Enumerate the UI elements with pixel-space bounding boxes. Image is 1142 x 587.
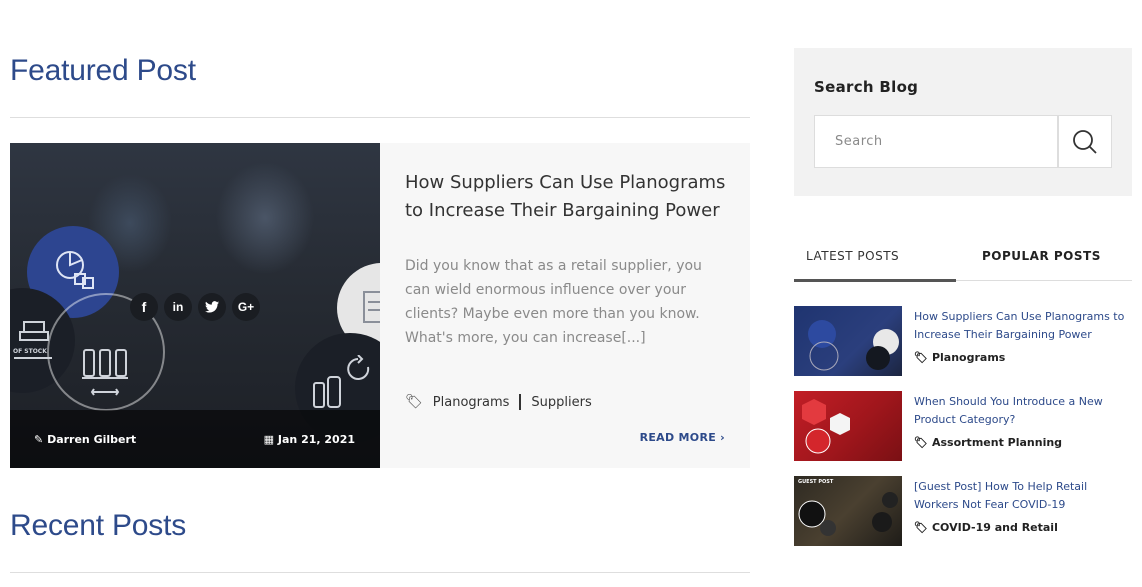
image-badge: OF STOCK [13,348,47,355]
list-item[interactable]: GUEST POST [Guest Post] How To Help Reta… [794,476,1132,546]
twitter-icon [205,301,219,313]
recent-section-title: Recent Posts [10,509,187,542]
featured-post-image[interactable]: OF STOCK f in t G+ ✎ Darren Gilbert ▦ [10,143,380,468]
read-more-link[interactable]: READ MORE › [640,431,725,444]
post-title[interactable]: [Guest Post] How To Help Retail Workers … [914,478,1128,514]
post-thumbnail[interactable]: GUEST POST [794,476,902,546]
tag-separator [519,394,522,410]
post-title[interactable]: How Suppliers Can Use Planograms to Incr… [914,308,1128,344]
search-button[interactable] [1058,115,1112,168]
twitter-share-button[interactable]: t [198,293,226,321]
tab-latest-posts[interactable]: LATEST POSTS [806,249,899,263]
post-category[interactable]: 🏷 COVID-19 and Retail [914,521,1058,534]
tag-icon: 🏷 [914,436,928,449]
refresh-icon [313,355,370,408]
thumbnail-badge: GUEST POST [798,479,834,485]
search-widget: Search Blog [794,48,1132,196]
post-date: ▦ Jan 21, 2021 [263,433,355,446]
thumbnail-graphic [802,399,850,454]
tags-icon: 🏷 [405,394,423,410]
cart-icon [14,321,52,359]
pencil-icon: ✎ [34,433,44,446]
list-item[interactable]: When Should You Introduce a New Product … [794,391,1132,461]
search-icon [1073,129,1097,154]
facebook-share-button[interactable]: f [130,293,158,321]
featured-section-title: Featured Post [10,54,196,87]
featured-post-card[interactable]: OF STOCK f in t G+ ✎ Darren Gilbert ▦ [10,143,750,468]
post-tags: 🏷 Planograms Suppliers [405,394,592,410]
planogram-icon [363,291,380,323]
posts-tabs: LATEST POSTS POPULAR POSTS [794,240,1132,282]
featured-meta-bar: ✎ Darren Gilbert ▦ Jan 21, 2021 [10,410,380,468]
calendar-icon: ▦ [263,433,275,446]
tag-icon: 🏷 [914,521,928,534]
googleplus-share-button[interactable]: G+ [232,293,260,321]
tag-link[interactable]: Planograms [433,395,510,410]
post-thumbnail[interactable] [794,391,902,461]
divider [10,572,750,573]
list-item[interactable]: How Suppliers Can Use Planograms to Incr… [794,306,1132,376]
bottles-icon [82,349,128,396]
post-thumbnail[interactable] [794,306,902,376]
active-tab-indicator [794,279,956,282]
tag-link[interactable]: Suppliers [531,395,591,410]
divider [10,117,750,118]
search-title: Search Blog [814,78,919,96]
author-name: Darren Gilbert [47,433,137,446]
pie-chart-icon [56,251,94,289]
post-category[interactable]: 🏷 Assortment Planning [914,436,1062,449]
tag-icon: 🏷 [914,351,928,364]
tab-popular-posts[interactable]: POPULAR POSTS [982,249,1101,263]
linkedin-share-button[interactable]: in [164,293,192,321]
author[interactable]: ✎ Darren Gilbert [34,433,136,446]
thumbnail-graphic [808,320,899,371]
featured-post-excerpt: Did you know that as a retail supplier, … [405,258,702,346]
thumbnail-graphic [798,492,898,536]
featured-post-title[interactable]: How Suppliers Can Use Planograms to Incr… [405,169,735,225]
post-title[interactable]: When Should You Introduce a New Product … [914,393,1128,429]
search-input[interactable] [814,115,1058,168]
post-category[interactable]: 🏷 Planograms [914,351,1005,364]
